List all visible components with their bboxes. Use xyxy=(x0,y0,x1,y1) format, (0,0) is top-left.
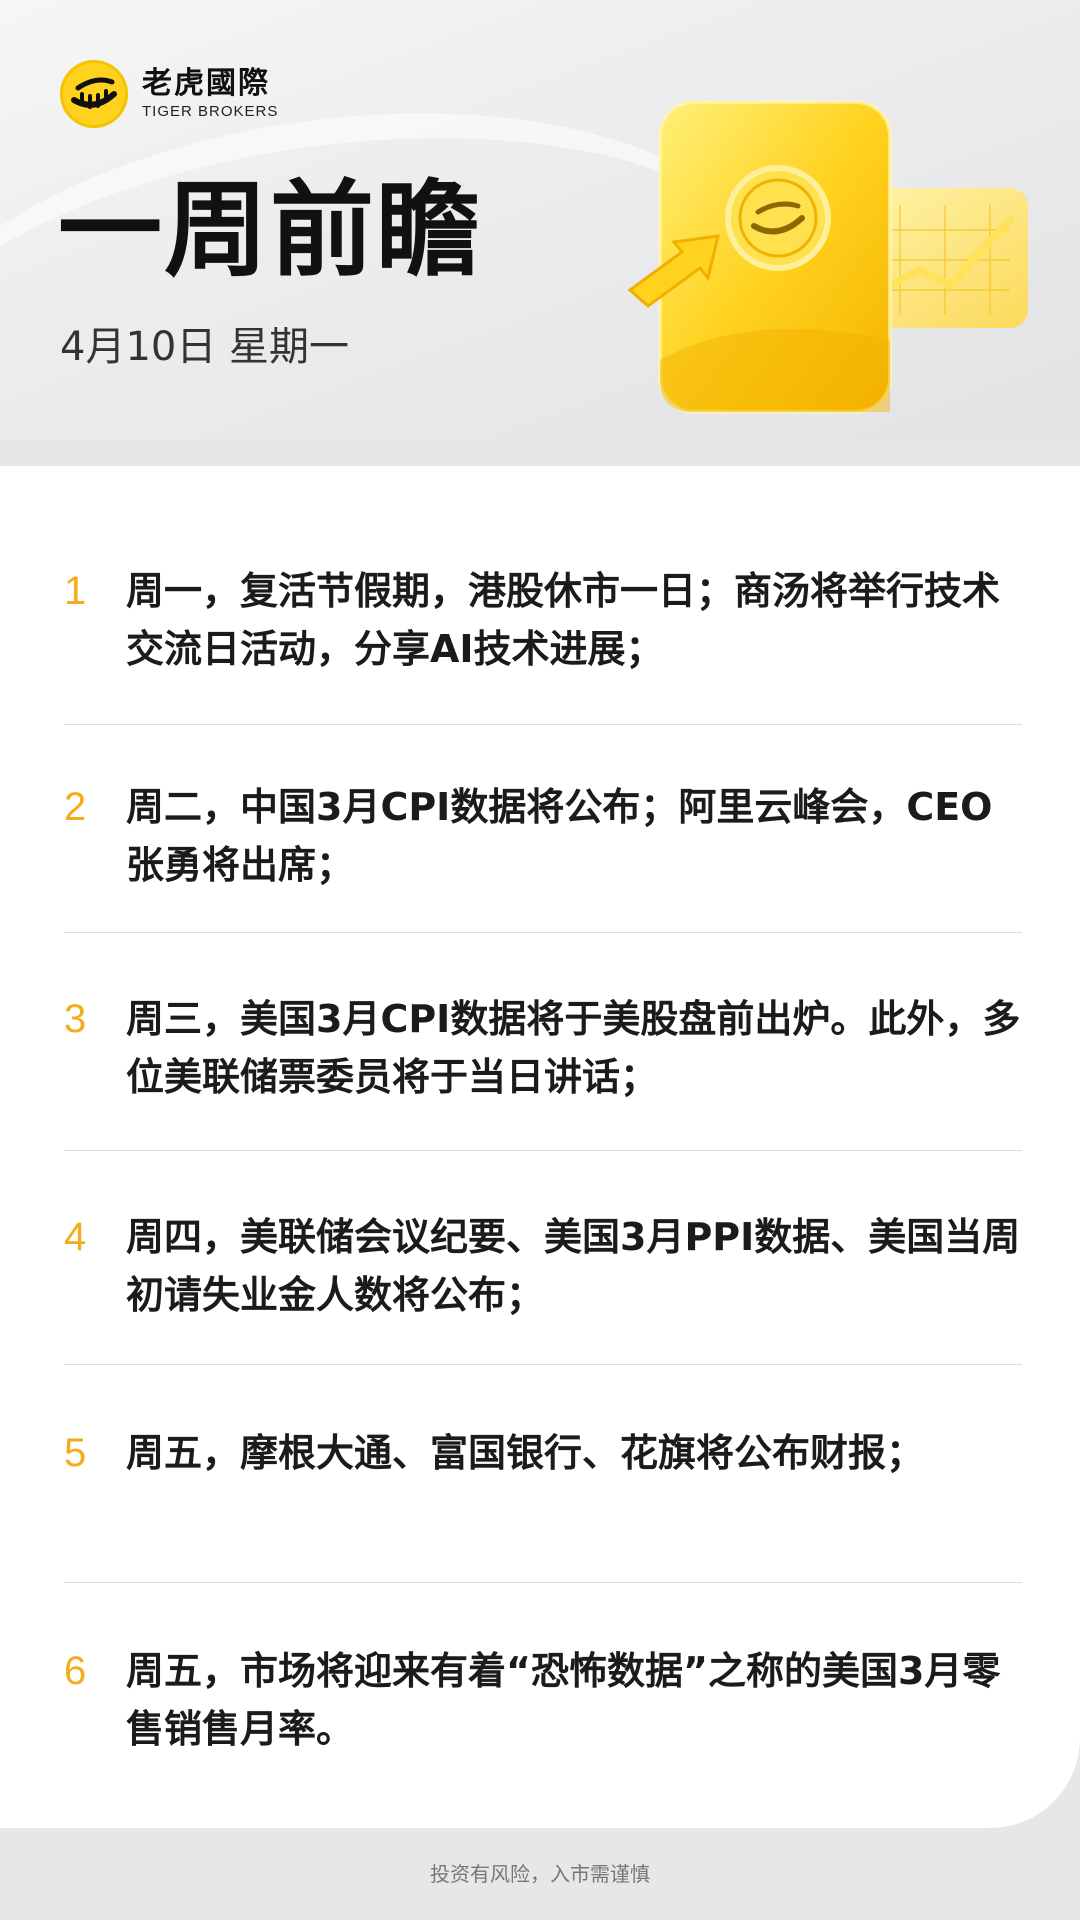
tiger-card-chart-icon xyxy=(600,90,1040,430)
divider xyxy=(64,1364,1022,1365)
item-text: 周五，摩根大通、富国银行、花旗将公布财报； xyxy=(126,1431,925,1475)
content-card: 1 周一，复活节假期，港股休市一日；商汤将举行技术交流日活动，分享AI技术进展；… xyxy=(0,466,1080,1828)
item-text: 周一，复活节假期，港股休市一日；商汤将举行技术交流日活动，分享AI技术进展； xyxy=(126,569,1001,671)
item-number: 6 xyxy=(64,1649,87,1693)
divider xyxy=(64,724,1022,725)
item-number: 3 xyxy=(64,997,87,1041)
item-text: 周二，中国3月CPI数据将公布；阿里云峰会，CEO张勇将出席； xyxy=(126,785,993,887)
item-number: 5 xyxy=(64,1431,87,1475)
item-text: 周四，美联储会议纪要、美国3月PPI数据、美国当周初请失业金人数将公布； xyxy=(126,1215,1021,1317)
item-text: 周三，美国3月CPI数据将于美股盘前出炉。此外，多位美联储票委员将于当日讲话； xyxy=(126,997,1021,1099)
header-banner: 老虎國際 TIGER BROKERS 一周前瞻 4月10日 星期一 xyxy=(0,0,1080,440)
item-text: 周五，市场将迎来有着“恐怖数据”之称的美国3月零售销售月率。 xyxy=(126,1649,1001,1751)
brand-name-cn: 老虎國際 xyxy=(142,66,270,101)
brand-name-en: TIGER BROKERS xyxy=(142,103,279,120)
page-title: 一周前瞻 xyxy=(58,169,483,291)
divider xyxy=(64,932,1022,933)
tiger-logo-icon xyxy=(60,60,128,128)
divider xyxy=(64,1582,1022,1583)
item-number: 4 xyxy=(64,1215,87,1259)
risk-disclaimer: 投资有风险，入市需谨慎 xyxy=(430,1862,650,1886)
item-number: 1 xyxy=(64,569,87,613)
page-date: 4月10日 星期一 xyxy=(60,324,350,370)
divider xyxy=(64,1150,1022,1151)
item-number: 2 xyxy=(64,785,87,829)
brand-logo: 老虎國際 TIGER BROKERS xyxy=(60,60,278,128)
